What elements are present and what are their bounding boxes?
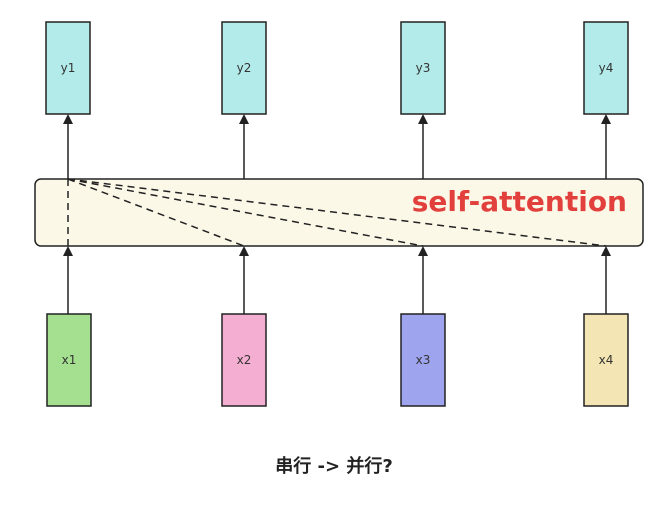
- output-label-y1: y1: [61, 61, 76, 75]
- input-node-x4: x4: [583, 313, 629, 407]
- output-nodes: y1 y2 y3 y4: [45, 21, 629, 115]
- output-node-y1: y1: [45, 21, 91, 115]
- input-label-x2: x2: [237, 353, 252, 367]
- output-label-y2: y2: [237, 61, 252, 75]
- input-label-x4: x4: [599, 353, 614, 367]
- self-attention-label: self-attention: [412, 185, 627, 218]
- input-node-x1: x1: [46, 313, 92, 407]
- input-nodes: x1 x2 x3 x4: [46, 313, 629, 407]
- output-arrows: [63, 114, 611, 179]
- diagram-canvas: y1 y2 y3 y4 self-attention x1 x2 x3 x4 串…: [0, 0, 669, 513]
- output-node-y4: y4: [583, 21, 629, 115]
- input-label-x3: x3: [416, 353, 431, 367]
- output-node-y2: y2: [221, 21, 267, 115]
- output-label-y3: y3: [416, 61, 431, 75]
- self-attention-layer: self-attention: [34, 178, 644, 247]
- input-node-x2: x2: [221, 313, 267, 407]
- diagram-svg: y1 y2 y3 y4 self-attention x1 x2 x3 x4 串…: [34, 21, 644, 477]
- output-label-y4: y4: [599, 61, 614, 75]
- input-label-x1: x1: [62, 353, 77, 367]
- input-arrows: [63, 246, 611, 314]
- diagram-caption: 串行 -> 并行?: [275, 455, 393, 477]
- output-node-y3: y3: [400, 21, 446, 115]
- input-node-x3: x3: [400, 313, 446, 407]
